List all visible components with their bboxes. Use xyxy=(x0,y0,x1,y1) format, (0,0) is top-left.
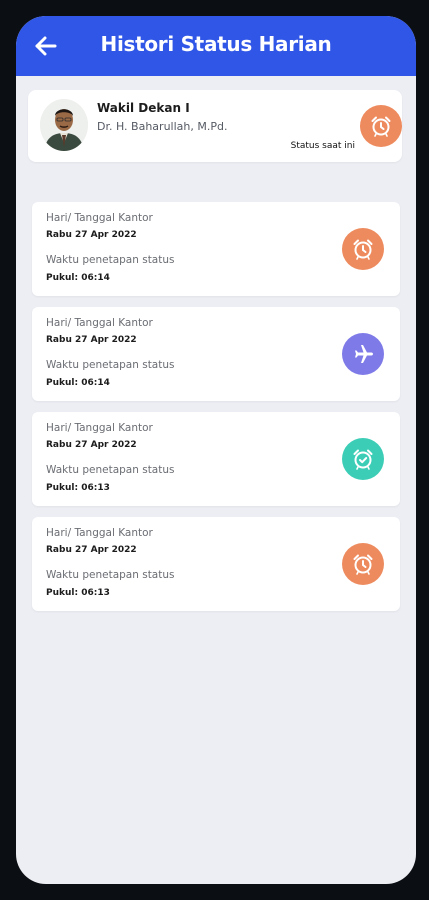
header-bar: Histori Status Harian xyxy=(16,16,416,76)
status-badge xyxy=(342,228,384,270)
time-label: Waktu penetapan status xyxy=(46,569,175,581)
page-title: Histori Status Harian xyxy=(100,32,332,56)
date-label: Hari/ Tanggal Kantor xyxy=(46,422,153,434)
alarm-clock-icon xyxy=(353,554,373,575)
date-value: Rabu 27 Apr 2022 xyxy=(46,230,137,240)
profile-role: Wakil Dekan I xyxy=(97,101,190,115)
time-row: Pukul: 06:14 xyxy=(46,378,110,388)
airplane-icon xyxy=(355,345,373,363)
time-label: Waktu penetapan status xyxy=(46,359,175,371)
date-value: Rabu 27 Apr 2022 xyxy=(46,545,137,555)
date-value: Rabu 27 Apr 2022 xyxy=(46,440,137,450)
time-prefix: Pukul: xyxy=(46,588,79,598)
current-status-badge xyxy=(360,105,402,147)
status-badge xyxy=(342,333,384,375)
status-badge xyxy=(342,438,384,480)
alarm-clock-icon xyxy=(371,116,391,137)
avatar xyxy=(40,99,88,151)
time-prefix: Pukul: xyxy=(46,483,79,493)
profile-name: Dr. H. Baharullah, M.Pd. xyxy=(97,120,228,133)
time-value: 06:13 xyxy=(81,588,110,598)
time-row: Pukul: 06:13 xyxy=(46,588,110,598)
history-item[interactable]: Hari/ Tanggal Kantor Rabu 27 Apr 2022 Wa… xyxy=(32,307,400,401)
date-label: Hari/ Tanggal Kantor xyxy=(46,212,153,224)
date-label: Hari/ Tanggal Kantor xyxy=(46,527,153,539)
time-value: 06:14 xyxy=(81,273,110,283)
time-value: 06:14 xyxy=(81,378,110,388)
alarm-check-icon xyxy=(353,449,373,470)
time-row: Pukul: 06:14 xyxy=(46,273,110,283)
alarm-clock-icon xyxy=(353,239,373,260)
status-badge xyxy=(342,543,384,585)
app-screen: Histori Status Harian Wakil Dekan I Dr. … xyxy=(16,16,416,884)
history-item[interactable]: Hari/ Tanggal Kantor Rabu 27 Apr 2022 Wa… xyxy=(32,517,400,611)
current-status-card: Wakil Dekan I Dr. H. Baharullah, M.Pd. S… xyxy=(28,90,402,162)
current-status-label: Status saat ini xyxy=(290,141,355,151)
date-value: Rabu 27 Apr 2022 xyxy=(46,335,137,345)
time-label: Waktu penetapan status xyxy=(46,254,175,266)
history-item[interactable]: Hari/ Tanggal Kantor Rabu 27 Apr 2022 Wa… xyxy=(32,412,400,506)
time-label: Waktu penetapan status xyxy=(46,464,175,476)
history-item[interactable]: Hari/ Tanggal Kantor Rabu 27 Apr 2022 Wa… xyxy=(32,202,400,296)
date-label: Hari/ Tanggal Kantor xyxy=(46,317,153,329)
time-prefix: Pukul: xyxy=(46,273,79,283)
time-row: Pukul: 06:13 xyxy=(46,483,110,493)
time-value: 06:13 xyxy=(81,483,110,493)
time-prefix: Pukul: xyxy=(46,378,79,388)
